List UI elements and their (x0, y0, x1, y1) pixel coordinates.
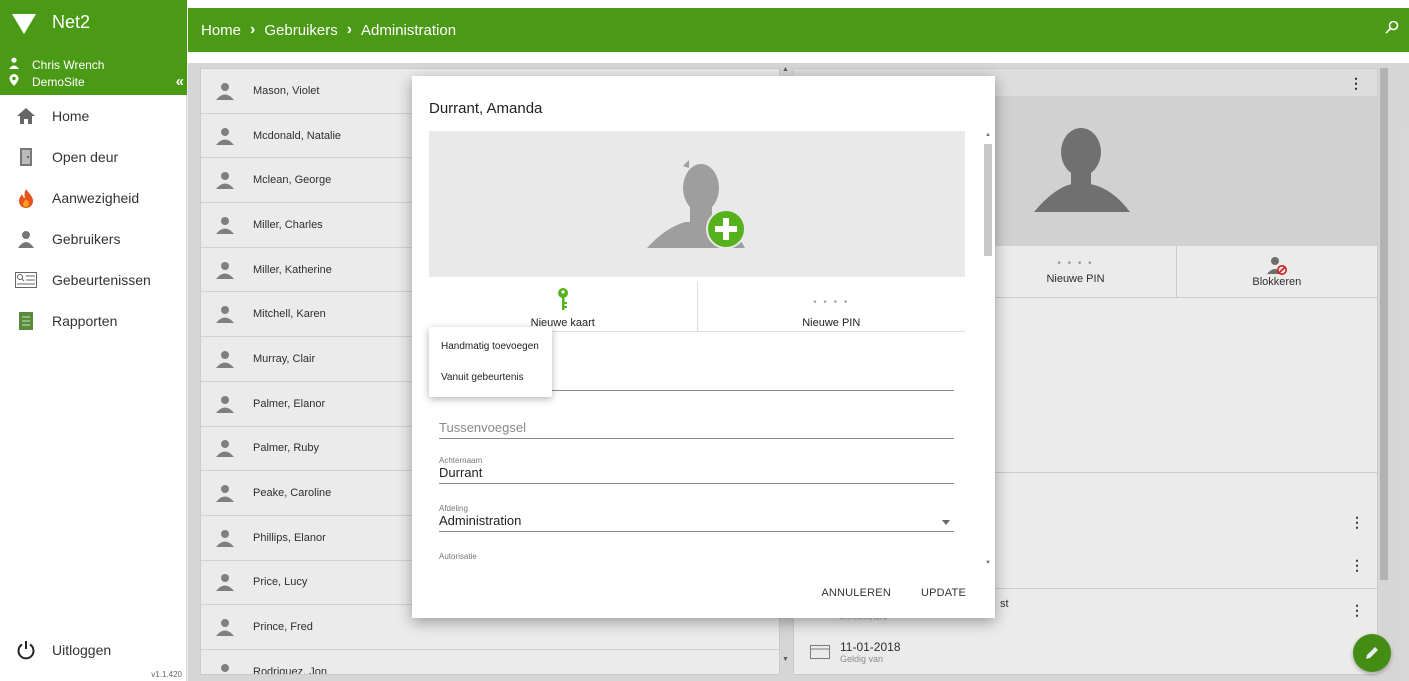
version-label: v1.1.420 (151, 670, 182, 679)
sidebar-item-label: Aanwezigheid (52, 189, 140, 206)
sidebar-item-label: Rapporten (52, 312, 118, 329)
sidebar-item-home[interactable]: Home (0, 95, 186, 136)
chevron-right-icon: › (346, 21, 353, 38)
photo-upload-area[interactable] (429, 131, 965, 277)
key-icon (557, 288, 568, 310)
sidebar-item-events[interactable]: Gebeurtenissen (0, 259, 186, 300)
site-name: DemoSite (32, 74, 85, 89)
new-pin-button[interactable]: • • • • Nieuwe PIN (696, 282, 966, 331)
breadcrumb-users[interactable]: Gebruikers (264, 22, 337, 39)
chevron-right-icon: › (250, 21, 256, 38)
menu-item-from-event[interactable]: Vanuit gebeurtenis (429, 362, 552, 393)
current-site[interactable]: DemoSite « (8, 73, 184, 90)
pin-dots-icon: • • • • (813, 297, 850, 308)
breadcrumb: Home › Gebruikers › Administration (188, 8, 1409, 52)
current-user: Chris Wrench (8, 57, 104, 72)
sidebar-item-label: Gebeurtenissen (52, 271, 151, 288)
new-card-menu: Handmatig toevoegen Vanuit gebeurtenis (429, 327, 552, 397)
sidebar-item-label: Open deur (52, 148, 119, 165)
sidebar-item-open-door[interactable]: Open deur (0, 136, 186, 177)
dialog-buttons: ANNULEREN UPDATE (821, 587, 966, 599)
new-pin-label: Nieuwe PIN (802, 317, 861, 329)
events-icon (14, 269, 38, 291)
authorization-field[interactable]: Autorisatie (439, 552, 954, 568)
last-name-field[interactable]: Achternaam Durrant (439, 456, 954, 484)
logo-icon (12, 14, 36, 34)
logout-button[interactable]: Uitloggen (14, 639, 111, 661)
update-button[interactable]: UPDATE (921, 587, 966, 599)
middle-name-placeholder: Tussenvoegsel (439, 420, 526, 435)
report-icon (14, 310, 38, 332)
person-icon (14, 228, 38, 250)
door-icon (14, 146, 38, 168)
sidebar-item-label: Home (52, 107, 90, 124)
department-select[interactable]: Afdeling Administration (439, 504, 954, 532)
authorization-label: Autorisatie (439, 552, 477, 561)
menu-item-add-manually[interactable]: Handmatig toevoegen (429, 331, 552, 362)
sidebar-item-users[interactable]: Gebruikers (0, 218, 186, 259)
cancel-button[interactable]: ANNULEREN (821, 587, 891, 599)
dropdown-arrow-icon (942, 520, 950, 525)
dialog-title: Durrant, Amanda (429, 100, 543, 117)
last-name-label: Achternaam (439, 456, 483, 465)
search-icon[interactable] (1385, 20, 1399, 39)
scroll-up-icon[interactable]: ▲ (985, 132, 991, 138)
user-name: Chris Wrench (32, 57, 105, 72)
collapse-sidebar-icon[interactable]: « (176, 73, 184, 90)
sidebar-item-reports[interactable]: Rapporten (0, 300, 186, 341)
logout-label: Uitloggen (52, 642, 112, 658)
breadcrumb-home[interactable]: Home (201, 22, 241, 39)
app-name: Net2 (52, 12, 91, 32)
last-name-value: Durrant (439, 465, 483, 480)
middle-name-field[interactable]: Tussenvoegsel (439, 420, 954, 439)
department-value: Administration (439, 513, 522, 528)
sidebar: Home Open deur Aanwezigheid Gebruikers G… (0, 95, 187, 681)
house-icon (14, 105, 38, 127)
breadcrumb-department: Administration (361, 21, 457, 39)
location-pin-icon (8, 74, 20, 89)
sidebar-header: Net2 Chris Wrench DemoSite « (0, 0, 187, 95)
user-icon (8, 57, 20, 72)
credential-actions: Nieuwe kaart • • • • Nieuwe PIN (429, 282, 965, 332)
fire-icon (14, 187, 38, 209)
scroll-down-icon[interactable]: ▼ (985, 560, 991, 566)
sidebar-item-label: Gebruikers (52, 230, 121, 247)
sidebar-item-attendance[interactable]: Aanwezigheid (0, 177, 186, 218)
department-label: Afdeling (439, 504, 468, 513)
power-icon (14, 639, 38, 661)
dialog-scrollbar[interactable] (984, 144, 992, 256)
new-card-button[interactable]: Nieuwe kaart (429, 282, 697, 331)
add-photo-icon (647, 160, 746, 249)
